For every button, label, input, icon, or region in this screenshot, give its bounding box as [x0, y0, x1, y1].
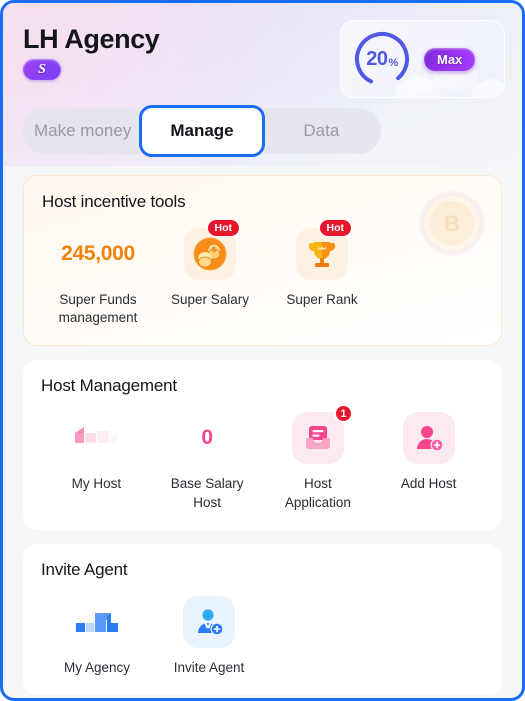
commission-ring: 20% — [352, 29, 412, 89]
commission-percent-value: 20 — [366, 47, 388, 70]
bar-chart-blue-icon — [76, 612, 118, 632]
host-management-card: Host Management My Host 0 Base Salary Hos… — [23, 360, 502, 530]
section-title-invite-agent: Invite Agent — [41, 559, 128, 579]
super-funds-value: 245,000 — [61, 242, 135, 265]
my-agency-icon-box — [71, 596, 123, 648]
host-application-icon-box: 1 — [291, 404, 353, 465]
app-viewport: LH Agency S 20 % Max Make money Manage D… — [0, 0, 525, 701]
tile-add-host[interactable]: Add Host — [373, 400, 484, 493]
tile-label-add-host: Add Host — [400, 476, 457, 492]
page-header: LH Agency S 20 % Max Make money Manage D… — [3, 3, 522, 166]
tile-label-super-rank: Super Rank — [286, 292, 358, 307]
super-salary-icon-box: $ Hot — [184, 219, 240, 280]
tile-my-host[interactable]: My Host — [41, 400, 152, 493]
tile-invite-agent[interactable]: Invite Agent — [153, 584, 265, 677]
host-incentive-tools-card: B Host incentive tools 245,000 Super Fun… — [23, 175, 502, 347]
tab-data[interactable]: Data — [262, 108, 381, 154]
inbox-icon — [305, 426, 330, 450]
bar-chart-pink-icon — [75, 427, 118, 444]
tab-make-money[interactable]: Make money — [23, 108, 142, 154]
tile-label-my-agency: My Agency — [63, 659, 131, 675]
my-host-icon-box — [70, 412, 122, 464]
hot-badge-super-rank: Hot — [318, 219, 352, 238]
tile-super-funds-management[interactable]: 245,000 Super Funds management — [42, 216, 154, 327]
base-salary-host-value: 0 — [201, 426, 213, 450]
super-rank-icon-box: Hot — [296, 219, 352, 280]
hot-badge-super-salary: Hot — [206, 219, 240, 238]
tile-label-my-host: My Host — [71, 476, 122, 492]
tile-host-application[interactable]: 1 Host Application — [263, 400, 374, 511]
tab-bar: Make money Manage Data — [23, 105, 381, 157]
person-add-icon — [416, 426, 444, 452]
invite-agent-tile-list: My Agency Invite Agent — [41, 584, 484, 677]
tile-label-host-application: Host Application — [284, 476, 351, 510]
tab-manage[interactable]: Manage — [139, 105, 265, 157]
tile-label-invite-agent: Invite Agent — [173, 659, 245, 675]
level-badge[interactable]: S — [23, 59, 61, 81]
invite-agent-icon-box — [183, 595, 235, 648]
host-management-tile-list: My Host 0 Base Salary Host 1 Host Applicat… — [41, 400, 484, 511]
tile-base-salary-host[interactable]: 0 Base Salary Host — [152, 400, 263, 511]
agent-add-icon — [198, 609, 224, 636]
max-badge[interactable]: Max — [424, 47, 476, 71]
host-application-count-badge: 1 — [333, 404, 353, 424]
decorative-coin-icon: B — [419, 190, 485, 256]
tile-label-super-salary: Super Salary — [170, 292, 250, 307]
tile-label-super-funds: Super Funds management — [58, 292, 138, 326]
level-badge-label: S — [38, 61, 46, 77]
section-title-host-management: Host Management — [41, 376, 177, 396]
tile-label-base-salary-host: Base Salary Host — [170, 476, 244, 510]
tile-super-rank[interactable]: Hot Super Rank — [266, 216, 378, 309]
tile-super-salary[interactable]: $ Hot Super Salary — [154, 216, 266, 309]
add-host-icon-box — [402, 412, 455, 465]
commission-rate-card[interactable]: 20% Max — [340, 20, 505, 98]
svg-text:B: B — [444, 211, 460, 236]
trophy-icon — [308, 242, 336, 267]
invite-agent-card: Invite Agent My Agency Invite Agent — [23, 543, 502, 696]
commission-percent: 20% — [352, 29, 412, 89]
svg-text:$: $ — [212, 247, 216, 254]
tile-my-agency[interactable]: My Agency — [41, 584, 153, 677]
percent-symbol: % — [388, 56, 398, 69]
coin-stack-icon: $ — [193, 237, 227, 271]
